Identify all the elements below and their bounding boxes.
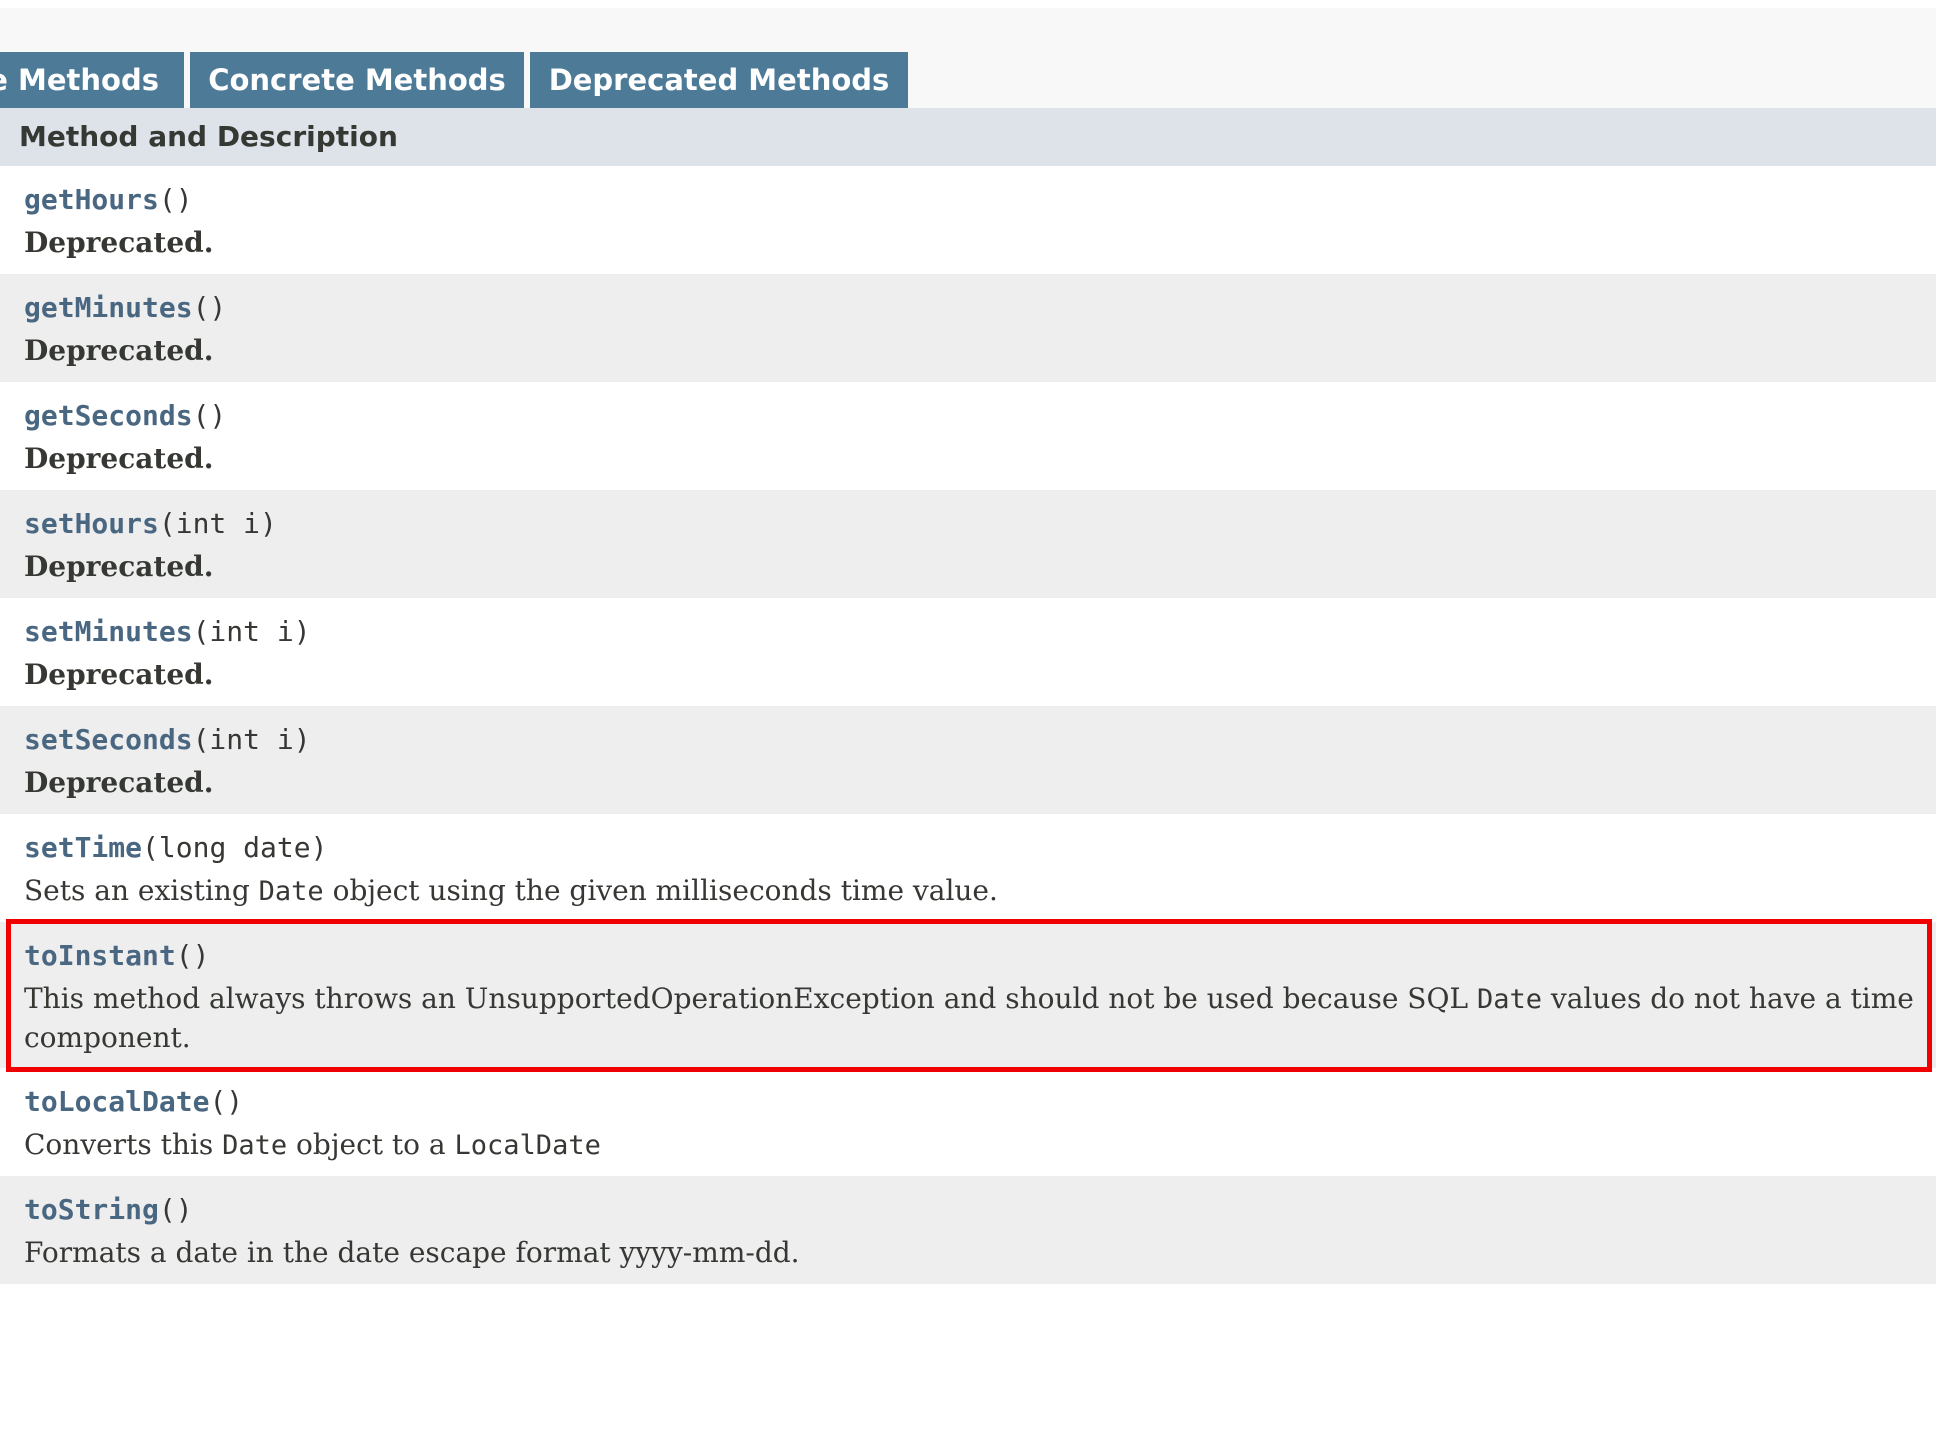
tab-deprecated-methods[interactable]: Deprecated Methods [530,52,908,108]
desc-code: Date [1476,984,1542,1015]
desc-code: Date [222,1130,288,1161]
tab-label: e Methods [0,63,159,97]
desc-text: Sets an existing [24,874,259,907]
desc-text: This method always throws an Unsupported… [24,982,1477,1015]
method-signature: setMinutes(int i) [24,612,311,652]
method-description: Deprecated. [24,334,214,367]
method-description: Formats a date in the date escape format… [24,1236,800,1269]
table-row: toLocalDate() Converts this Date object … [0,1068,1936,1176]
method-link[interactable]: getMinutes [24,291,193,324]
method-tabs: e Methods Concrete Methods Deprecated Me… [0,52,1936,108]
method-link[interactable]: toString [24,1193,159,1226]
table-row: setTime(long date) Sets an existing Date… [0,814,1936,922]
table-row: getMinutes() Deprecated. [0,274,1936,382]
method-params: (int i) [158,507,277,540]
method-description: Deprecated. [24,766,214,799]
method-params: (int i) [192,723,311,756]
table-row: getHours() Deprecated. [0,166,1936,274]
table-header: Method and Description [0,108,1936,166]
method-link[interactable]: getHours [24,183,159,216]
method-signature: setTime(long date) [24,828,327,868]
tab-label: Deprecated Methods [548,63,890,97]
method-signature: toString() [24,1190,193,1230]
method-description: Deprecated. [24,226,214,259]
tab-label: Concrete Methods [208,63,506,97]
method-params: () [209,1085,244,1118]
method-params: () [158,1193,193,1226]
table-row: getSeconds() Deprecated. [0,382,1936,490]
desc-text: object to a [287,1128,455,1161]
method-signature: setSeconds(int i) [24,720,311,760]
method-link[interactable]: toInstant [24,939,176,972]
method-params: () [175,939,210,972]
method-link[interactable]: setHours [24,507,159,540]
tab-methods-partial[interactable]: e Methods [0,52,184,108]
table-row: setMinutes(int i) Deprecated. [0,598,1936,706]
method-params: () [192,399,227,432]
method-signature: getHours() [24,180,193,220]
desc-code: Date [258,876,324,907]
method-signature: getSeconds() [24,396,226,436]
method-signature: getMinutes() [24,288,226,328]
desc-text: Converts this [24,1128,223,1161]
method-params: () [158,183,193,216]
method-link[interactable]: getSeconds [24,399,193,432]
method-link[interactable]: setSeconds [24,723,193,756]
method-description: Deprecated. [24,442,214,475]
desc-code: LocalDate [454,1130,601,1161]
tab-concrete-methods[interactable]: Concrete Methods [190,52,524,108]
method-description: Deprecated. [24,550,214,583]
method-signature: toInstant() [24,936,209,976]
table-row: toString() Formats a date in the date es… [0,1176,1936,1284]
table-row: setHours(int i) Deprecated. [0,490,1936,598]
table-row: setSeconds(int i) Deprecated. [0,706,1936,814]
table-row-highlighted: toInstant() This method always throws an… [0,922,1936,1068]
desc-text: object using the given milliseconds time… [323,874,998,907]
method-description: Sets an existing Date object using the g… [24,872,1916,911]
method-description: Converts this Date object to a LocalDate [24,1126,1916,1165]
method-table: getHours() Deprecated. getMinutes() Depr… [0,166,1936,1284]
method-description: This method always throws an Unsupported… [24,980,1916,1057]
method-link[interactable]: toLocalDate [24,1085,209,1118]
method-params: (int i) [192,615,311,648]
method-link[interactable]: setTime [24,831,142,864]
method-signature: setHours(int i) [24,504,277,544]
method-link[interactable]: setMinutes [24,615,193,648]
method-signature: toLocalDate() [24,1082,243,1122]
method-params: (long date) [142,831,328,864]
method-description: Deprecated. [24,658,214,691]
method-params: () [192,291,227,324]
